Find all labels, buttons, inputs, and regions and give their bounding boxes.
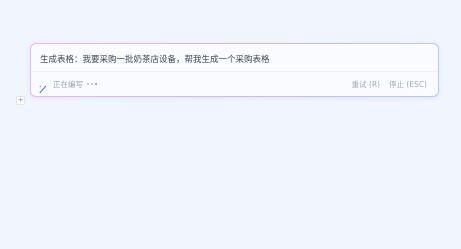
plus-icon: + xyxy=(17,96,24,104)
sparkle-pen-icon xyxy=(38,79,48,94)
loading-dot xyxy=(91,83,93,85)
loading-dot xyxy=(95,83,97,85)
loading-dot xyxy=(87,83,89,85)
ai-writer-card: 生成表格：我要采购一批奶茶店设备，帮我生成一个采购表格 正在编写 重试 (R) … xyxy=(31,44,438,96)
loading-dots xyxy=(87,83,97,85)
status-label: 正在编写 xyxy=(53,79,83,89)
add-block-button[interactable]: + xyxy=(16,96,25,105)
panel-actions: 重试 (R) 停止 (ESC) xyxy=(352,77,427,91)
editor-canvas: 生成表格：我要采购一批奶茶店设备，帮我生成一个采购表格 正在编写 重试 (R) … xyxy=(0,0,461,249)
generation-status: 正在编写 xyxy=(38,77,97,94)
stop-button[interactable]: 停止 (ESC) xyxy=(389,79,427,90)
prompt-text: 生成表格：我要采购一批奶茶店设备，帮我生成一个采购表格 xyxy=(40,55,270,65)
ai-writer-panel: 生成表格：我要采购一批奶茶店设备，帮我生成一个采购表格 正在编写 重试 (R) … xyxy=(30,43,439,97)
panel-divider xyxy=(31,71,438,72)
retry-button[interactable]: 重试 (R) xyxy=(352,79,380,90)
